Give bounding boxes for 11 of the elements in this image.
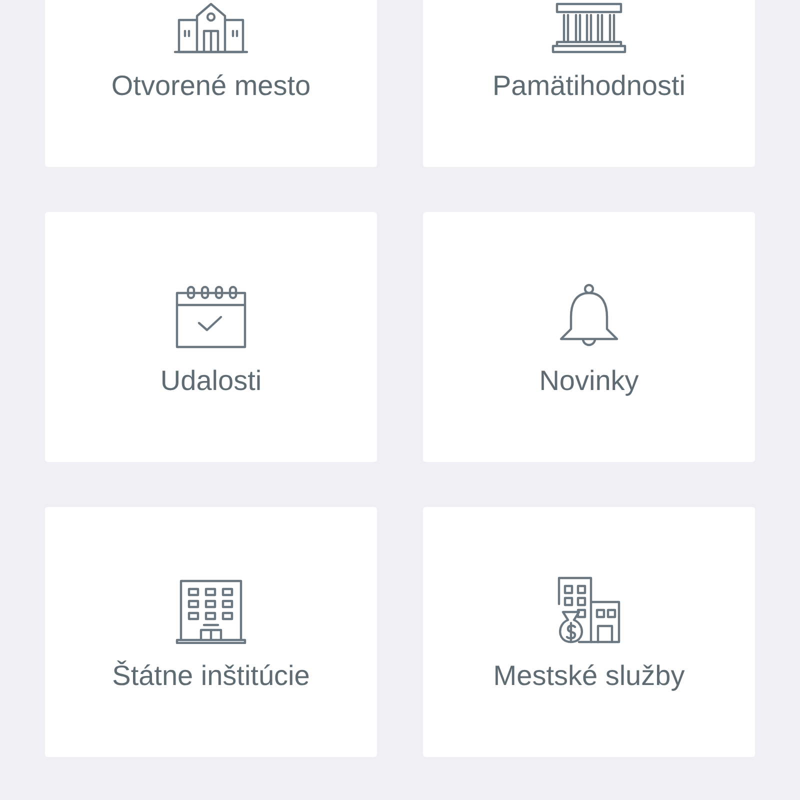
columns-icon bbox=[551, 2, 627, 54]
menu-tile[interactable]: Otvorené mesto bbox=[45, 0, 377, 167]
office-building-icon bbox=[175, 578, 247, 644]
menu-tile[interactable]: Novinky bbox=[423, 212, 755, 462]
town-hall-icon bbox=[173, 2, 249, 54]
menu-tile[interactable]: Pamätihodnosti bbox=[423, 0, 755, 167]
menu-tile[interactable]: Udalosti bbox=[45, 212, 377, 462]
calendar-check-icon bbox=[175, 285, 247, 349]
menu-tile[interactable]: Štátne inštitúcie bbox=[45, 507, 377, 757]
menu-tile[interactable]: Mestské služby bbox=[423, 507, 755, 757]
bell-icon bbox=[557, 283, 621, 349]
